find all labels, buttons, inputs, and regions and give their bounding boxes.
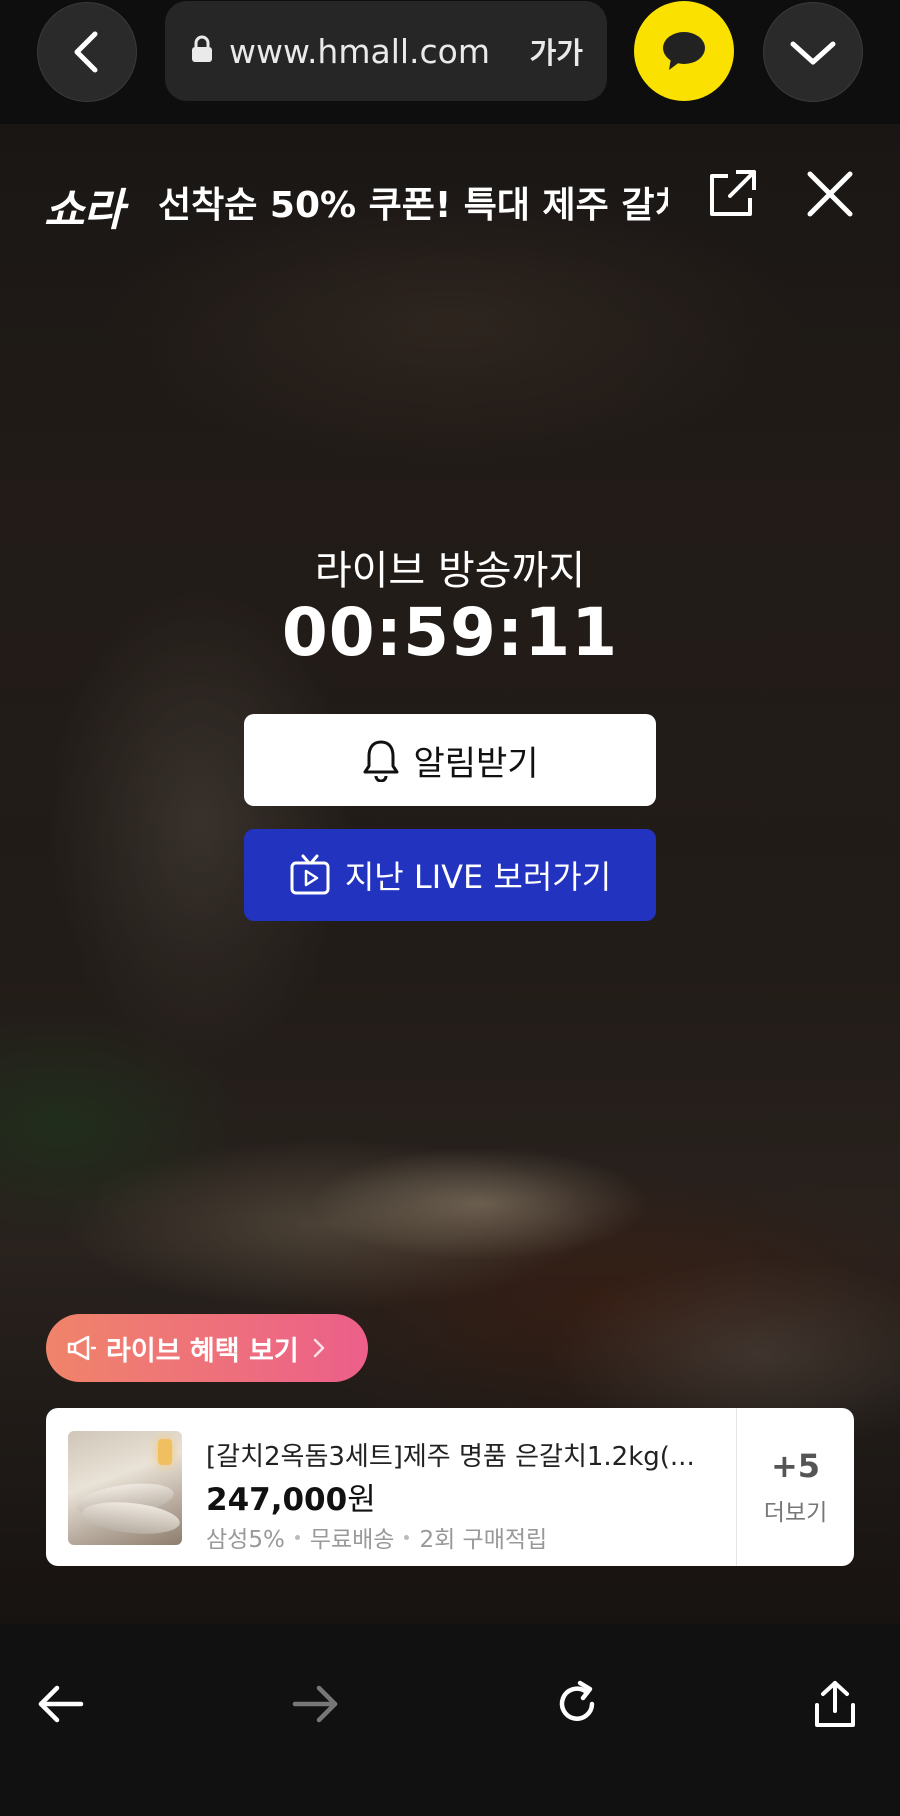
close-icon	[807, 171, 853, 217]
brand-logo: 쇼라	[44, 185, 124, 236]
more-products-count: +5	[770, 1447, 821, 1485]
more-products-button[interactable]: +5 더보기	[736, 1408, 854, 1566]
alarm-button[interactable]: 알림받기	[244, 714, 656, 806]
alarm-button-label: 알림받기	[413, 743, 539, 784]
arrow-right-icon	[292, 1685, 338, 1723]
price-unit: 원	[347, 1482, 376, 1518]
share-upload-icon	[815, 1681, 855, 1727]
share-button[interactable]	[704, 166, 760, 222]
benefit-card-discount: 삼성5%	[206, 1527, 285, 1553]
countdown-timer: 00:59:11	[281, 594, 619, 671]
benefit-points: 2회 구매적립	[419, 1527, 548, 1553]
browser-bottom-toolbar	[0, 1624, 900, 1816]
tv-play-icon	[289, 854, 331, 896]
broadcast-title: 선착순 50% 쿠폰! 특대 제주 갈치/	[158, 185, 668, 226]
countdown-label: 라이브 방송까지	[314, 548, 586, 594]
product-name: [갈치2옥돔3세트]제주 명품 은갈치1.2kg(...	[206, 1442, 695, 1472]
reload-button[interactable]	[545, 1672, 609, 1736]
text-size-button[interactable]: 가가	[530, 30, 583, 72]
live-benefit-button[interactable]: 라이브 혜택 보기	[46, 1314, 368, 1382]
price-value: 247,000	[206, 1482, 348, 1518]
address-bar[interactable]: www.hmall.com 가가	[165, 1, 607, 101]
reload-icon	[559, 1680, 595, 1721]
chevron-right-icon	[313, 1338, 325, 1358]
benefit-free-shipping: 무료배송	[309, 1527, 395, 1553]
product-thumbnail	[68, 1431, 182, 1545]
lock-icon	[191, 35, 213, 67]
close-button[interactable]	[802, 166, 858, 222]
nav-forward-button[interactable]	[284, 1672, 348, 1736]
product-price: 247,000원	[206, 1474, 376, 1519]
megaphone-icon	[66, 1334, 96, 1362]
live-stage: 쇼라 선착순 50% 쿠폰! 특대 제주 갈치/ 라이브 방송까지 00:59:…	[0, 124, 900, 1624]
browser-top-bar: www.hmall.com 가가	[0, 0, 900, 124]
expand-menu-button[interactable]	[763, 2, 863, 102]
share-upload-button[interactable]	[803, 1672, 867, 1736]
arrow-left-icon	[38, 1685, 84, 1723]
external-link-icon	[710, 170, 756, 216]
chevron-down-icon	[790, 41, 836, 65]
chevron-left-icon	[74, 31, 98, 73]
kakao-talk-button[interactable]	[634, 1, 734, 101]
more-products-label: 더보기	[763, 1500, 828, 1526]
product-card[interactable]: [갈치2옥돔3세트]제주 명품 은갈치1.2kg(... 247,000원 삼성…	[46, 1408, 854, 1566]
speech-bubble-icon	[663, 32, 705, 70]
bell-icon	[361, 738, 401, 782]
nav-back-button[interactable]	[28, 1672, 92, 1736]
past-live-button-label: 지난 LIVE 보러가기	[344, 858, 612, 896]
browser-back-button[interactable]	[37, 2, 137, 102]
past-live-button[interactable]: 지난 LIVE 보러가기	[244, 829, 656, 921]
product-benefits: 삼성5% 무료배송 2회 구매적립	[206, 1520, 547, 1554]
url-text: www.hmall.com	[229, 31, 491, 71]
live-benefit-label: 라이브 혜택 보기	[106, 1335, 299, 1367]
